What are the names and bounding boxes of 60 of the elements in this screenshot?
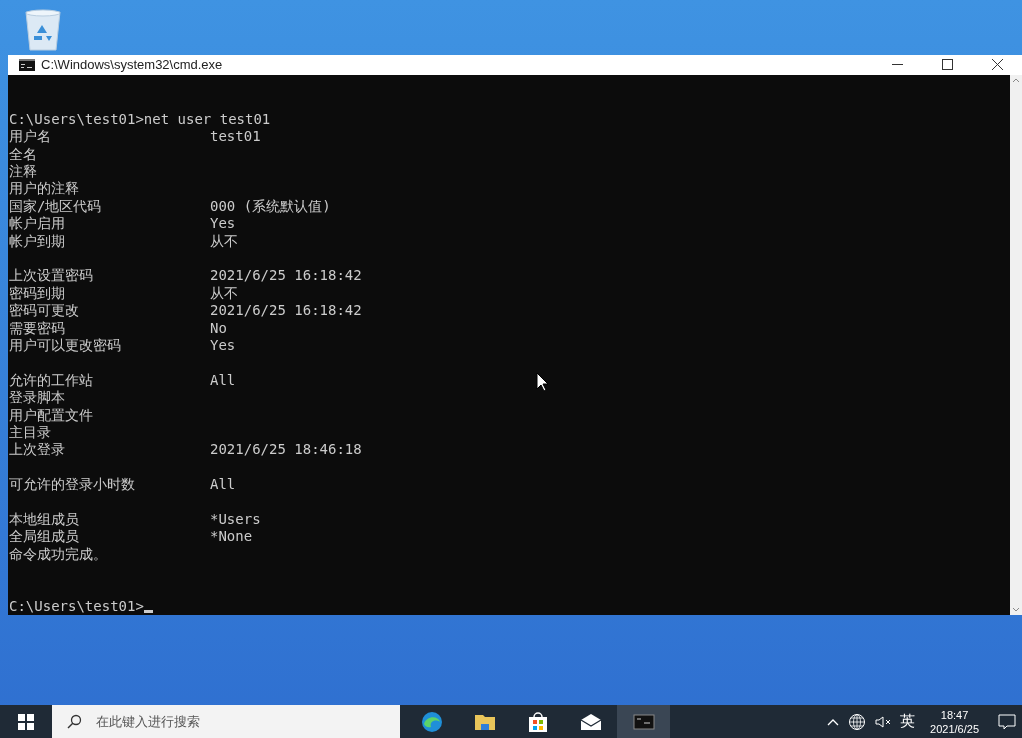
field-label: 登录脚本 [9,389,66,407]
field-value: All [210,476,236,494]
field-label: 主目录 [9,423,52,442]
field-label: 国家/地区代码 [9,197,103,216]
console-line: 命令成功完成。 [9,545,107,564]
field-label: 帐户启用 [9,215,66,233]
mouse-pointer-icon [536,372,549,392]
field-value: No [210,319,227,337]
field-label: 上次设置密码 [9,267,94,285]
clock[interactable]: 18:47 2021/6/25 [924,707,985,736]
field-label: 帐户到期 [9,232,66,250]
console-line: C:\Users\test01>net user test01 [9,110,271,129]
maximize-icon [941,59,953,71]
field-label: 用户可以更改密码 [9,336,122,355]
field-label: 用户的注释 [9,180,80,198]
search-field[interactable]: 在此键入进行搜索 [52,705,400,738]
clock-date: 2021/6/25 [930,721,979,736]
field-value: 2021/6/25 16:18:42 [210,267,362,285]
field-label: 全局组成员 [9,528,80,546]
clock-time: 18:47 [940,707,969,722]
windows-logo-icon [18,713,34,730]
field-label: 可允许的登录小时数 [9,476,136,494]
field-label: 需要密码 [9,319,66,337]
scrollbar[interactable] [1010,74,1022,616]
field-value: Yes [210,215,236,233]
text-cursor [143,610,153,614]
field-label: 密码可更改 [9,302,80,320]
command-prompt: C:\Users\test01> [9,597,144,616]
field-label: 注释 [9,163,38,181]
field-label: 允许的工作站 [9,371,94,390]
field-label: 用户名 [9,128,52,146]
window-title: C:\Windows\system32\cmd.exe [41,56,223,74]
field-label: 密码到期 [9,284,66,303]
field-label: 全名 [9,145,38,164]
field-value: 从不 [210,284,238,303]
field-value: Yes [210,336,236,355]
field-value: 000 (系统默认值) [210,197,331,216]
terminal-icon [19,58,35,71]
field-value: 从不 [210,232,238,250]
close-icon [991,59,1003,71]
field-value: *Users [210,510,261,529]
browser-swirl-icon [419,709,444,734]
field-label: 本地组成员 [9,510,80,529]
field-value: 2021/6/25 18:46:18 [210,441,362,459]
field-value: *None [210,528,253,546]
scroll-down-icon[interactable] [1012,607,1020,614]
minimize-icon [891,64,903,66]
search-placeholder: 在此键入进行搜索 [96,712,200,731]
field-value: All [210,371,236,390]
scroll-up-icon[interactable] [1012,76,1020,83]
field-value: test01 [210,128,261,146]
notification-icon[interactable] [998,713,1016,730]
globe-icon[interactable] [848,712,867,731]
search-icon [66,713,82,730]
chevron-up-icon[interactable] [827,717,840,726]
field-label: 上次登录 [9,441,66,459]
field-value: 2021/6/25 16:18:42 [210,302,362,320]
input-method-indicator[interactable]: 英 [900,710,916,733]
field-label: 用户配置文件 [9,406,94,424]
muted-speaker-icon[interactable] [875,714,892,729]
